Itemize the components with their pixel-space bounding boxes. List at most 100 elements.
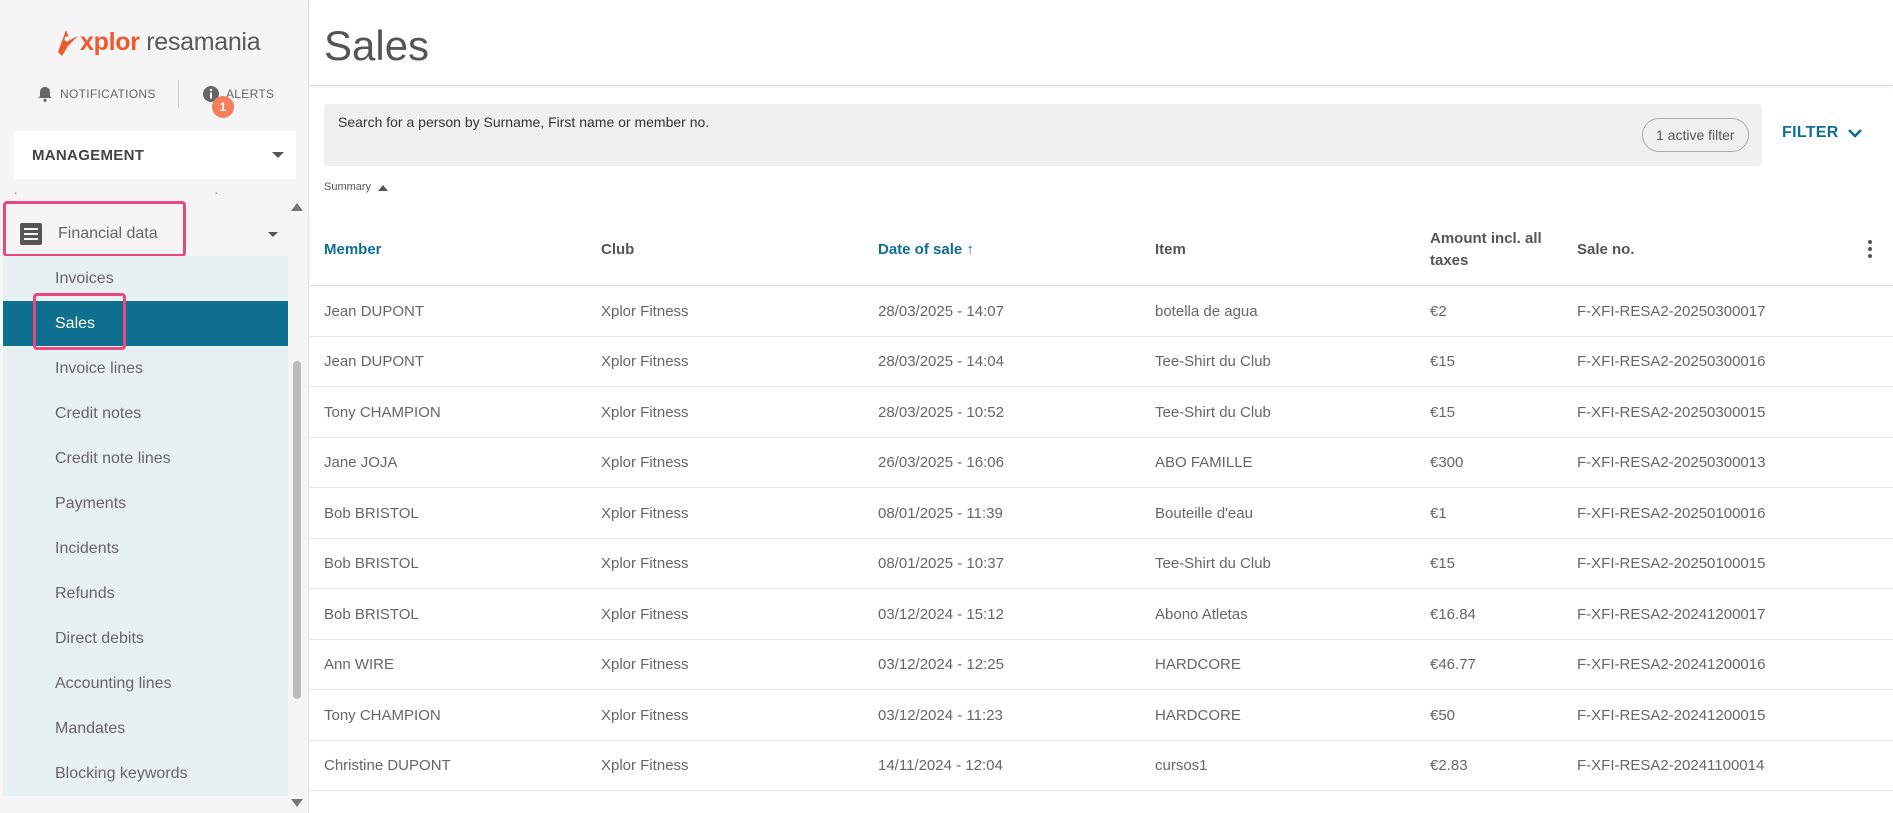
cell-sale-no: F-XFI-RESA2-20250300015 [1577,403,1766,421]
cell-member: Tony CHAMPION [324,403,441,421]
column-header-member[interactable]: Member [324,213,382,286]
table-header: Member Club Date of sale ↑ Item Amount i… [310,213,1893,286]
cell-item: Bouteille d'eau [1155,504,1253,522]
cell-member: Christine DUPONT [324,757,451,774]
table-body: Jean DUPONT Xplor Fitness 28/03/2025 - 1… [310,286,1893,791]
cell-item: cursos1 [1155,757,1208,774]
cell-item: Tee-Shirt du Club [1155,353,1271,370]
sidebar-item-credit-note-lines[interactable]: Credit note lines [3,436,288,481]
cell-date: 08/01/2025 - 10:37 [878,555,1004,572]
cell-club: Xplor Fitness [601,555,689,572]
notifications-label: NOTIFICATIONS [60,87,156,101]
table-row[interactable]: Christine DUPONT Xplor Fitness 14/11/202… [310,741,1893,791]
cell-item: botella de agua [1155,302,1258,320]
table-row[interactable]: Ann WIRE Xplor Fitness 03/12/2024 - 12:2… [310,640,1893,690]
table-row[interactable]: Tony CHAMPION Xplor Fitness 28/03/2025 -… [310,387,1893,438]
table-row[interactable]: Bob BRISTOL Xplor Fitness 08/01/2025 - 1… [310,488,1893,539]
summary-toggle[interactable]: Summary [324,181,389,193]
bell-icon [38,87,52,102]
cell-amount: €15 [1430,403,1456,421]
sidebar-item-direct-debits[interactable]: Direct debits [3,616,288,661]
cell-date: 28/03/2025 - 14:04 [878,353,1004,370]
alerts-label: ALERTS [226,87,275,101]
column-header-amount[interactable]: Amount incl. all taxes [1430,213,1560,286]
sidebar-item-mandates[interactable]: Mandates [3,706,288,751]
cell-sale-no: F-XFI-RESA2-20241200015 [1577,706,1766,724]
sidebar-item-accounting-lines[interactable]: Accounting lines [3,661,288,706]
cell-date: 14/11/2024 - 12:04 [878,757,1003,774]
cell-date: 26/03/2025 - 16:06 [878,454,1004,471]
app-window: xplor resamania NOTIFICATIONS ALERTS 1 M… [0,0,1893,813]
cell-club: Xplor Fitness [601,403,689,421]
sidebar-item-invoice-lines[interactable]: Invoice lines [3,346,288,391]
notifications-button[interactable]: NOTIFICATIONS [36,78,156,110]
table-row[interactable]: Tony CHAMPION Xplor Fitness 03/12/2024 -… [310,690,1893,741]
menu-clipped-item: · · [13,190,219,201]
cell-item: HARDCORE [1155,706,1241,724]
sidebar-item-blocking-keywords[interactable]: Blocking keywords [3,751,288,796]
table-row[interactable]: Jean DUPONT Xplor Fitness 28/03/2025 - 1… [310,337,1893,387]
active-filter-chip[interactable]: 1 active filter [1642,118,1749,152]
topnav-divider [178,80,179,108]
scrollbar-thumb[interactable] [293,361,301,699]
sidebar-menu: · · Financial data Invoices Sales Invoic… [3,190,288,813]
cell-member: Jane JOJA [324,454,398,471]
brand-logo[interactable]: xplor resamania [52,22,261,62]
cell-date: 03/12/2024 - 15:12 [878,605,1004,623]
cell-date: 28/03/2025 - 14:07 [878,302,1004,320]
sidebar-scrollbar[interactable] [291,203,303,813]
scroll-down-arrow-icon[interactable] [291,799,303,807]
filter-button[interactable]: FILTER [1782,124,1863,142]
table-row[interactable]: Bob BRISTOL Xplor Fitness 08/01/2025 - 1… [310,539,1893,589]
caret-down-icon [272,152,284,158]
scroll-up-arrow-icon[interactable] [291,203,303,211]
cell-item: Tee-Shirt du Club [1155,555,1271,572]
more-vert-icon[interactable] [1868,240,1872,261]
page-title: Sales [324,22,430,69]
cell-club: Xplor Fitness [601,302,689,320]
cell-date: 28/03/2025 - 10:52 [878,403,1004,421]
cell-member: Bob BRISTOL [324,504,419,522]
table-row[interactable]: Bob BRISTOL Xplor Fitness 03/12/2024 - 1… [310,589,1893,640]
cell-sale-no: F-XFI-RESA2-20250300016 [1577,353,1766,370]
cell-club: Xplor Fitness [601,706,689,724]
cell-member: Bob BRISTOL [324,605,419,623]
search-input[interactable]: Search for a person by Surname, First na… [338,114,709,130]
column-header-item[interactable]: Item [1155,213,1186,286]
filter-label: FILTER [1782,124,1839,141]
cell-sale-no: F-XFI-RESA2-20250300017 [1577,302,1766,320]
cell-sale-no: F-XFI-RESA2-20250100015 [1577,555,1766,572]
main-content: Sales Search for a person by Surname, Fi… [310,0,1893,813]
table-row[interactable]: Jane JOJA Xplor Fitness 26/03/2025 - 16:… [310,438,1893,488]
cell-member: Jean DUPONT [324,302,425,320]
cell-club: Xplor Fitness [601,757,689,774]
search-bar[interactable]: Search for a person by Surname, First na… [324,104,1762,166]
cell-member: Bob BRISTOL [324,555,419,572]
cell-date: 03/12/2024 - 12:25 [878,656,1004,673]
column-header-sale-no[interactable]: Sale no. [1577,213,1635,286]
column-header-date-of-sale[interactable]: Date of sale ↑ [878,213,974,286]
summary-label: Summary [324,181,372,193]
cell-club: Xplor Fitness [601,605,689,623]
highlight-box-financial-data [3,201,186,257]
cell-item: ABO FAMILLE [1155,454,1253,471]
cell-club: Xplor Fitness [601,454,689,471]
cell-amount: €2.83 [1430,757,1468,774]
cell-sale-no: F-XFI-RESA2-20241200017 [1577,605,1766,623]
cell-sale-no: F-XFI-RESA2-20241100014 [1577,757,1765,774]
cell-item: Tee-Shirt du Club [1155,403,1271,421]
cell-amount: €2 [1430,302,1447,320]
table-row[interactable]: Jean DUPONT Xplor Fitness 28/03/2025 - 1… [310,286,1893,337]
rocket-logo-icon [58,30,78,56]
sidebar-item-incidents[interactable]: Incidents [3,526,288,571]
cell-amount: €1 [1430,504,1447,522]
sidebar-item-payments[interactable]: Payments [3,481,288,526]
management-dropdown[interactable]: MANAGEMENT [14,131,296,179]
cell-member: Jean DUPONT [324,353,425,370]
cell-item: Abono Atletas [1155,605,1248,623]
cell-date: 03/12/2024 - 11:23 [878,706,1003,724]
sidebar-item-credit-notes[interactable]: Credit notes [3,391,288,436]
brand-name-resa: resamania [139,27,261,56]
sidebar-item-refunds[interactable]: Refunds [3,571,288,616]
column-header-club[interactable]: Club [601,213,634,286]
